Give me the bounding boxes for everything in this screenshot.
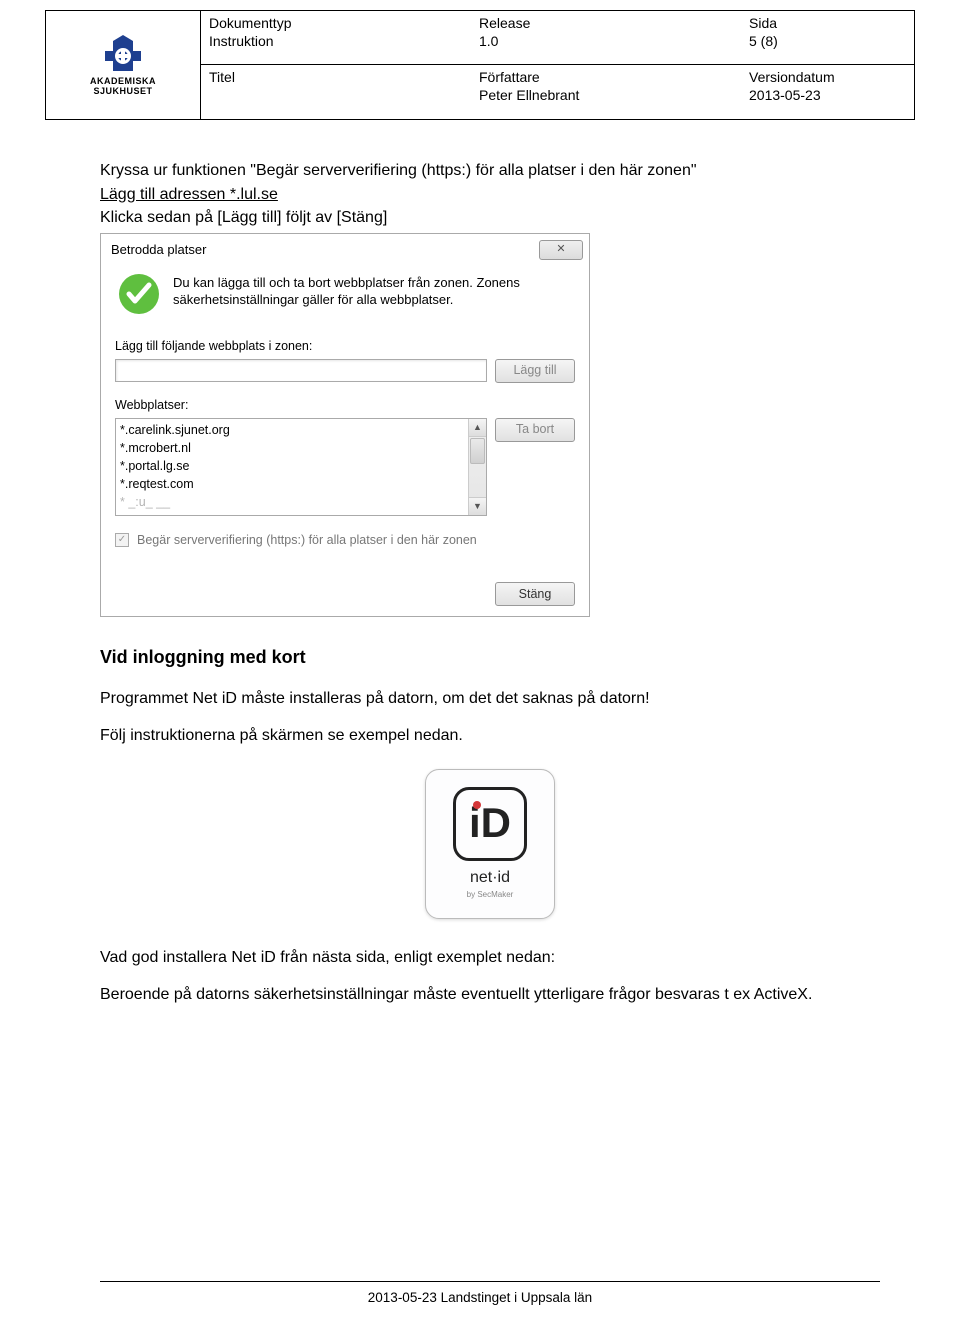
scroll-up-icon[interactable]: ▲: [469, 419, 486, 437]
dialog-footer: Stäng: [101, 572, 589, 616]
dialog-title: Betrodda platser: [111, 241, 206, 259]
body-p6: Vad god installera Net iD från nästa sid…: [100, 947, 880, 969]
logo-text: AKADEMISKA SJUKHUSET: [90, 77, 156, 97]
doctype: Dokumenttyp Instruktion: [201, 11, 471, 64]
title-col: Titel: [201, 65, 471, 119]
versiondate-label: Versiondatum: [749, 69, 835, 85]
close-button[interactable]: ✕: [539, 240, 583, 260]
list-item[interactable]: * _:u_ __: [120, 493, 464, 511]
hospital-logo-icon: [103, 33, 143, 73]
header-row-1: Dokumenttyp Instruktion Release 1.0 Sida…: [201, 11, 914, 65]
release: Release 1.0: [471, 11, 741, 64]
dialog-description-row: Du kan lägga till och ta bort webbplatse…: [115, 270, 575, 318]
release-value: 1.0: [479, 33, 498, 49]
close-icon: ✕: [556, 242, 565, 257]
instruction-p3: Klicka sedan på [Lägg till] följt av [St…: [100, 207, 880, 229]
https-checkbox-label: Begär serververifiering (https:) för all…: [137, 532, 477, 549]
release-label: Release: [479, 15, 530, 31]
https-checkbox[interactable]: ✓: [115, 533, 129, 547]
sites-list-row: *.carelink.sjunet.org *.mcrobert.nl *.po…: [115, 418, 575, 516]
document-footer: 2013-05-23 Landstinget i Uppsala län: [45, 1281, 915, 1319]
versiondate-value: 2013-05-23: [749, 87, 821, 103]
logo-line2: SJUKHUSET: [93, 86, 152, 96]
author-value: Peter Ellnebrant: [479, 87, 579, 103]
body-p7: Beroende på datorns säkerhetsinställning…: [100, 984, 880, 1006]
dialog-title-bar: Betrodda platser ✕: [101, 234, 589, 264]
versiondate-col: Versiondatum 2013-05-23: [741, 65, 914, 119]
author-col: Författare Peter Ellnebrant: [471, 65, 741, 119]
list-item[interactable]: *.mcrobert.nl: [120, 439, 464, 457]
header-row-2: Titel Författare Peter Ellnebrant Versio…: [201, 65, 914, 119]
doctype-label: Dokumenttyp: [209, 15, 291, 31]
remove-button-label: Ta bort: [516, 421, 554, 438]
logo-cell: AKADEMISKA SJUKHUSET: [46, 11, 201, 119]
netid-figure: iD net·id by SecMaker: [100, 769, 880, 919]
remove-button[interactable]: Ta bort: [495, 418, 575, 442]
page-num: Sida 5 (8): [741, 11, 914, 64]
add-site-row: Lägg till: [115, 359, 575, 383]
sites-listbox[interactable]: *.carelink.sjunet.org *.mcrobert.nl *.po…: [115, 418, 487, 516]
instruction-p1: Kryssa ur funktionen "Begär serververifi…: [100, 160, 880, 182]
trusted-check-icon: [115, 270, 163, 318]
dialog-close-button[interactable]: Stäng: [495, 582, 575, 606]
trusted-sites-dialog: Betrodda platser ✕ Du kan lägga till och…: [100, 233, 590, 618]
netid-card: iD net·id by SecMaker: [425, 769, 555, 919]
page-value: 5 (8): [749, 33, 778, 49]
add-button-label: Lägg till: [513, 362, 556, 379]
netid-icon: iD: [453, 787, 527, 861]
list-item[interactable]: *.portal.lg.se: [120, 457, 464, 475]
sites-list-items: *.carelink.sjunet.org *.mcrobert.nl *.po…: [116, 419, 468, 515]
dialog-body: Du kan lägga till och ta bort webbplatse…: [101, 264, 589, 573]
add-site-label: Lägg till följande webbplats i zonen:: [115, 338, 575, 355]
instruction-p2: Lägg till adressen *.lul.se: [100, 184, 880, 206]
document-page: AKADEMISKA SJUKHUSET Dokumenttyp Instruk…: [0, 0, 960, 1331]
author-label: Författare: [479, 69, 540, 85]
body-p5: Följ instruktionerna på skärmen se exemp…: [100, 725, 880, 747]
section-heading: Vid inloggning med kort: [100, 645, 880, 669]
doctype-value: Instruktion: [209, 33, 274, 49]
scroll-thumb[interactable]: [470, 438, 485, 464]
scroll-down-icon[interactable]: ▼: [469, 497, 486, 515]
list-item[interactable]: *.carelink.sjunet.org: [120, 421, 464, 439]
body-p4: Programmet Net iD måste installeras på d…: [100, 688, 880, 710]
document-body: Kryssa ur funktionen "Begär serververifi…: [45, 120, 915, 1006]
netid-label: net·id: [470, 867, 510, 889]
dialog-desc: Du kan lägga till och ta bort webbplatse…: [173, 270, 575, 309]
add-site-input[interactable]: [115, 359, 487, 382]
add-button[interactable]: Lägg till: [495, 359, 575, 383]
page-label: Sida: [749, 15, 777, 31]
header-meta: Dokumenttyp Instruktion Release 1.0 Sida…: [201, 11, 914, 119]
listbox-scrollbar[interactable]: ▲ ▼: [468, 419, 486, 515]
dialog-close-label: Stäng: [519, 586, 552, 603]
title-label: Titel: [209, 69, 235, 85]
document-header: AKADEMISKA SJUKHUSET Dokumenttyp Instruk…: [45, 10, 915, 120]
list-item[interactable]: *.reqtest.com: [120, 475, 464, 493]
https-checkbox-row: ✓ Begär serververifiering (https:) för a…: [115, 532, 575, 549]
netid-sublabel: by SecMaker: [467, 890, 514, 901]
sites-list-label: Webbplatser:: [115, 397, 575, 414]
footer-text: 2013-05-23 Landstinget i Uppsala län: [45, 1282, 915, 1319]
logo-line1: AKADEMISKA: [90, 76, 156, 86]
